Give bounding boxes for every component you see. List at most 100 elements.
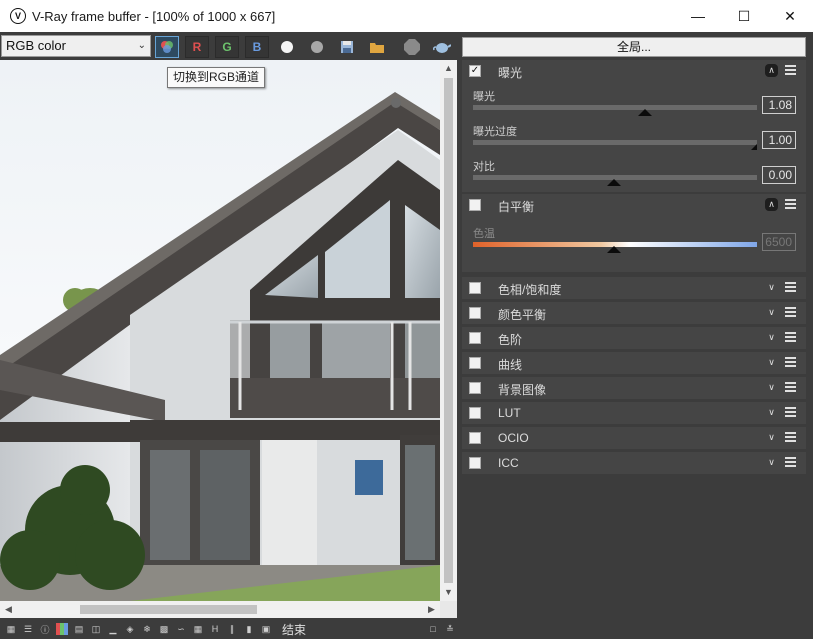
collapse-icon[interactable]: ∧ [765, 198, 778, 211]
pixel-info-icon[interactable]: ❄ [140, 622, 154, 636]
minimize-button[interactable]: — [675, 0, 721, 32]
temperature-value-field[interactable]: 6500 [762, 233, 796, 251]
expand-icon[interactable]: ∨ [765, 431, 778, 444]
collapse-icon[interactable]: ∧ [765, 64, 778, 77]
expand-icon[interactable]: ∨ [765, 381, 778, 394]
rollout-curves-checkbox[interactable] [469, 357, 481, 369]
color-correction-icon[interactable] [55, 622, 69, 636]
rollout-levels-header[interactable]: 色阶 ∨ [462, 327, 806, 349]
hamburger-menu-icon[interactable] [785, 407, 796, 418]
hamburger-menu-icon[interactable] [785, 307, 796, 318]
rollout-exposure-header[interactable]: ✓ 曝光 ∧ [462, 60, 806, 82]
hamburger-menu-icon[interactable] [785, 332, 796, 343]
vertical-scrollbar[interactable]: ▲ ▼ [440, 60, 457, 601]
mono-channel-button[interactable] [305, 36, 329, 58]
hsl-icon[interactable]: ▤ [72, 622, 86, 636]
expand-icon[interactable]: ∨ [765, 281, 778, 294]
hold-icon[interactable]: H [208, 622, 222, 636]
info-icon[interactable]: ⓘ [38, 622, 52, 636]
region-render-icon[interactable]: ▩ [157, 622, 171, 636]
rollout-curves-header[interactable]: 曲线 ∨ [462, 352, 806, 374]
curve-icon[interactable]: ∽ [174, 622, 188, 636]
history-icon[interactable]: ▦ [4, 622, 18, 636]
rollout-lut-checkbox[interactable] [469, 407, 481, 419]
rollout-levels-checkbox[interactable] [469, 332, 481, 344]
render-button[interactable] [430, 36, 454, 58]
scroll-right-icon[interactable]: ▶ [423, 601, 440, 618]
rollout-lut-header[interactable]: LUT ∨ [462, 402, 806, 424]
compare-icon[interactable]: ◈ [123, 622, 137, 636]
rollout-exposure-checkbox[interactable]: ✓ [469, 65, 481, 77]
rollout-color-balance-checkbox[interactable] [469, 307, 481, 319]
expand-icon[interactable]: ∨ [765, 331, 778, 344]
hamburger-menu-icon[interactable] [785, 457, 796, 468]
hamburger-menu-icon[interactable] [785, 382, 796, 393]
rollout-hue-saturation-header[interactable]: 色相/饱和度 ∨ [462, 277, 806, 299]
lut-icon[interactable]: ▦ [191, 622, 205, 636]
rollout-icc-checkbox[interactable] [469, 457, 481, 469]
temperature-slider-thumb[interactable] [607, 246, 621, 253]
folder-icon [370, 43, 384, 53]
render-status: 结束 [282, 622, 307, 637]
ab-compare-icon[interactable]: ▮ [242, 622, 256, 636]
render-viewport[interactable]: ▲ ▼ ◀ ▶ [0, 60, 457, 618]
rollout-white-balance-header[interactable]: 白平衡 ∧ [462, 194, 806, 216]
red-channel-button[interactable]: R [185, 36, 209, 58]
globals-button[interactable]: 全局... [462, 37, 806, 57]
rollout-background-image-title: 背景图像 [498, 383, 547, 397]
rgb-channel-button[interactable] [155, 36, 179, 58]
rollout-icc: ICC ∨ [462, 452, 806, 474]
exposure-slider[interactable] [473, 105, 757, 110]
collapse-all-icon[interactable]: ≛ [443, 622, 457, 636]
stop-render-button[interactable] [400, 36, 424, 58]
scroll-down-icon[interactable]: ▼ [440, 584, 457, 601]
expand-icon[interactable]: ∨ [765, 356, 778, 369]
highlight-burn-slider-thumb[interactable] [751, 144, 757, 150]
expand-icon[interactable]: ∨ [765, 406, 778, 419]
rollout-background-image-checkbox[interactable] [469, 382, 481, 394]
save-image-button[interactable] [335, 36, 359, 58]
white-circle-icon [281, 41, 293, 53]
exposure-slider-thumb[interactable] [638, 109, 652, 116]
histogram-icon[interactable]: ▁ [106, 622, 120, 636]
rollout-ocio-header[interactable]: OCIO ∨ [462, 427, 806, 449]
log-icon[interactable]: ☰ [21, 622, 35, 636]
expand-icon[interactable]: ∨ [765, 456, 778, 469]
rollout-white-balance-checkbox[interactable] [469, 199, 481, 211]
close-button[interactable]: ✕ [767, 0, 813, 32]
vertical-scroll-thumb[interactable] [444, 78, 453, 583]
rollout-levels-title: 色阶 [498, 333, 523, 347]
expand-icon[interactable]: ∨ [765, 306, 778, 319]
rollout-icc-header[interactable]: ICC ∨ [462, 452, 806, 474]
rollout-lut: LUT ∨ [462, 402, 806, 424]
alpha-channel-button[interactable] [275, 36, 299, 58]
highlight-burn-slider[interactable] [473, 140, 757, 145]
green-channel-button[interactable]: G [215, 36, 239, 58]
rollout-hue-saturation-checkbox[interactable] [469, 282, 481, 294]
contrast-value-field[interactable]: 0.00 [762, 166, 796, 184]
channel-select[interactable]: RGB color ⌄ [1, 35, 151, 57]
exposure-value-field[interactable]: 1.08 [762, 96, 796, 114]
stamp-icon[interactable]: ▣ [259, 622, 273, 636]
rollout-color-balance-header[interactable]: 颜色平衡 ∨ [462, 302, 806, 324]
horizontal-scroll-thumb[interactable] [80, 605, 257, 614]
panel-toggle-icon[interactable]: □ [426, 622, 440, 636]
hamburger-menu-icon[interactable] [785, 357, 796, 368]
hamburger-menu-icon[interactable] [785, 282, 796, 293]
highlight-burn-value-field[interactable]: 1.00 [762, 131, 796, 149]
hamburger-menu-icon[interactable] [785, 199, 796, 210]
scroll-up-icon[interactable]: ▲ [440, 60, 457, 77]
split-view-icon[interactable]: ∥ [225, 622, 239, 636]
rollout-ocio-checkbox[interactable] [469, 432, 481, 444]
rollout-background-image-header[interactable]: 背景图像 ∨ [462, 377, 806, 399]
lens-effects-icon[interactable]: ◫ [89, 622, 103, 636]
contrast-slider-thumb[interactable] [607, 179, 621, 186]
scroll-left-icon[interactable]: ◀ [0, 601, 17, 618]
hamburger-menu-icon[interactable] [785, 432, 796, 443]
hamburger-menu-icon[interactable] [785, 65, 796, 76]
blue-channel-button[interactable]: B [245, 36, 269, 58]
maximize-button[interactable]: ☐ [721, 0, 767, 32]
load-image-button[interactable] [365, 36, 389, 58]
horizontal-scrollbar[interactable]: ◀ ▶ [0, 601, 440, 618]
channel-select-value: RGB color [6, 38, 66, 53]
